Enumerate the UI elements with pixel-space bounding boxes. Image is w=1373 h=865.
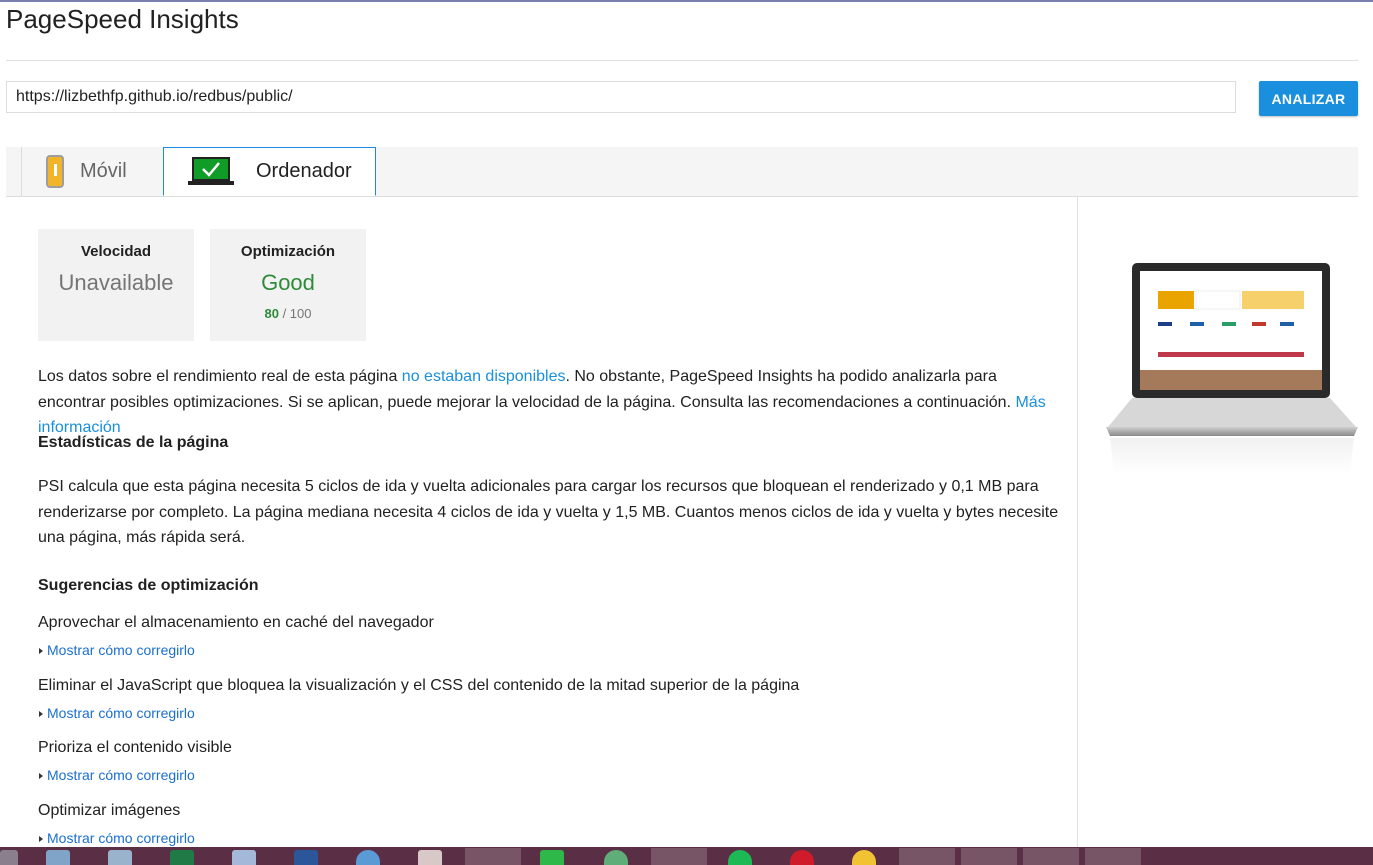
speed-value: Unavailable [58,270,174,295]
show-fix-label: Mostrar cómo corregirlo [47,830,195,846]
taskbar-app-icon[interactable] [1023,848,1079,865]
taskbar-app-icon[interactable] [852,850,876,865]
url-input[interactable] [6,81,1236,113]
os-taskbar [0,847,1373,865]
spotify-icon[interactable] [728,850,752,865]
file-explorer-icon[interactable] [46,850,70,865]
tab-desktop-label: Ordenador [256,160,352,182]
taskbar-app-icon[interactable] [418,850,442,865]
show-fix-link[interactable]: Mostrar cómo corregirlo [38,705,195,721]
tab-mobile-label: Móvil [80,160,127,182]
optimization-score-max: / 100 [282,306,312,321]
rule-title: Prioriza el contenido visible [38,739,232,756]
rule-title: Optimizar imágenes [38,802,181,819]
sidebar-divider [1077,197,1078,847]
analyze-button[interactable]: ANALIZAR [1259,81,1358,116]
optimization-score-card: Optimización Good 80 / 100 [210,229,366,341]
top-accent-line [0,0,1373,2]
optimization-score: 80 / 100 [210,306,366,321]
show-fix-link[interactable]: Mostrar cómo corregirlo [38,830,195,846]
tab-desktop[interactable]: Ordenador [163,147,376,196]
word-icon[interactable] [294,850,318,865]
optimization-score-number: 80 [264,306,279,321]
taskbar-app-icon[interactable] [961,848,1017,865]
expand-triangle-icon [39,773,43,779]
show-fix-label: Mostrar cómo corregirlo [47,705,195,721]
device-tabs: Móvil Ordenador [6,147,1358,197]
desktop-screenshot-preview [1106,263,1358,474]
field-data-link[interactable]: no estaban disponibles [402,368,566,385]
speed-title: Velocidad [80,243,152,260]
intro-paragraph: Los datos sobre el rendimiento real de e… [38,364,1068,441]
page-title: PageSpeed Insights [6,4,239,34]
suggestions-heading: Sugerencias de optimización [38,577,259,594]
optimization-title: Optimización [240,243,336,260]
taskbar-app-icon[interactable] [232,850,256,865]
stats-heading: Estadísticas de la página [38,434,229,451]
title-divider [6,60,1358,61]
taskbar-app-icon[interactable] [604,850,628,865]
opera-icon[interactable] [790,850,814,865]
line-icon[interactable] [540,850,564,865]
laptop-check-icon [188,156,234,185]
optimization-value: Good [261,270,315,295]
rule-title: Eliminar el JavaScript que bloquea la vi… [38,677,800,694]
taskbar-app-icon[interactable] [0,850,18,865]
excel-icon[interactable] [170,850,194,865]
speed-score-card: Velocidad Unavailable [38,229,194,341]
vscode-window-icon[interactable] [899,848,955,865]
expand-triangle-icon [39,711,43,717]
taskbar-app-icon[interactable] [1085,848,1141,865]
taskbar-app-icon[interactable] [651,848,707,865]
show-fix-link[interactable]: Mostrar cómo corregirlo [38,642,195,658]
phone-warning-icon [46,155,64,188]
chrome-window-icon[interactable] [465,848,521,865]
rule-title: Aprovechar el almacenamiento en caché de… [38,614,434,631]
show-fix-link[interactable]: Mostrar cómo corregirlo [38,767,195,783]
calculator-icon[interactable] [108,850,132,865]
tab-mobile[interactable]: Móvil [21,147,163,196]
taskbar-app-icon[interactable] [356,850,380,865]
intro-text-1: Los datos sobre el rendimiento real de e… [38,368,402,385]
stats-paragraph: PSI calcula que esta página necesita 5 c… [38,478,1059,546]
show-fix-label: Mostrar cómo corregirlo [47,642,195,658]
expand-triangle-icon [39,648,43,654]
show-fix-label: Mostrar cómo corregirlo [47,767,195,783]
expand-triangle-icon [39,836,43,842]
